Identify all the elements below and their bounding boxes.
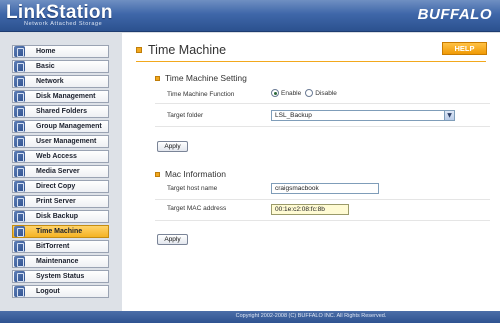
section-time-machine-setting: Time Machine Setting [155, 73, 247, 83]
target-mac-address-label: Target MAC address [167, 205, 227, 212]
direct-copy-icon [14, 181, 25, 192]
sidebar-item-maintenance[interactable]: Maintenance [12, 255, 109, 268]
sidebar-item-label: Logout [36, 288, 60, 295]
sidebar-item-label: Web Access [36, 153, 77, 160]
target-host-name-input[interactable]: craigsmacbook [271, 183, 379, 194]
apply-settings-button[interactable]: Apply [157, 141, 188, 152]
sidebar-item-label: Group Management [36, 123, 102, 130]
bittorrent-icon [14, 241, 25, 252]
section-title: Mac Information [165, 169, 226, 179]
sidebar-item-label: Direct Copy [36, 183, 76, 190]
sidebar-item-logout[interactable]: Logout [12, 285, 109, 298]
group-management-icon [14, 121, 25, 132]
sidebar-item-system-status[interactable]: System Status [12, 270, 109, 283]
target-folder-value: LSL_Backup [275, 112, 312, 119]
sidebar-item-label: Network [36, 78, 64, 85]
web-access-icon [14, 151, 25, 162]
home-icon [14, 46, 25, 57]
shared-folders-icon [14, 106, 25, 117]
sidebar-item-label: Media Server [36, 168, 80, 175]
buffalo-logo: BUFFALO [417, 6, 492, 23]
sidebar-item-network[interactable]: Network [12, 75, 109, 88]
sidebar-item-disk-management[interactable]: Disk Management [12, 90, 109, 103]
basic-icon [14, 61, 25, 72]
sidebar-item-label: System Status [36, 273, 85, 280]
sidebar-item-label: User Management [36, 138, 97, 145]
section-title: Time Machine Setting [165, 73, 247, 83]
chevron-down-icon[interactable]: ▼ [444, 111, 454, 120]
sidebar-item-label: Home [36, 48, 56, 55]
sidebar-item-time-machine[interactable]: Time Machine [12, 225, 109, 238]
sidebar-item-label: Disk Management [36, 93, 96, 100]
user-management-icon [14, 136, 25, 147]
maintenance-icon [14, 256, 25, 267]
sidebar-item-bittorrent[interactable]: BitTorrent [12, 240, 109, 253]
row-divider [155, 126, 490, 127]
sidebar-item-media-server[interactable]: Media Server [12, 165, 109, 178]
target-folder-select[interactable]: LSL_Backup ▼ [271, 110, 455, 121]
media-server-icon [14, 166, 25, 177]
enable-radio[interactable] [271, 89, 279, 97]
copyright-text: Copyright 2002-2008 (C) BUFFALO INC. All… [235, 313, 387, 319]
row-divider [155, 220, 490, 221]
section-mac-information: Mac Information [155, 169, 226, 179]
sidebar-item-web-access[interactable]: Web Access [12, 150, 109, 163]
sidebar-item-label: Maintenance [36, 258, 79, 265]
sidebar-item-label: Print Server [36, 198, 76, 205]
disable-radio-label: Disable [315, 89, 337, 97]
main-panel: Time Machine HELP Time Machine Setting T… [122, 33, 500, 311]
apply-mac-button[interactable]: Apply [157, 234, 188, 245]
sidebar-item-basic[interactable]: Basic [12, 60, 109, 73]
logout-icon [14, 286, 25, 297]
product-name: LinkStation [6, 2, 113, 23]
row-divider [155, 103, 490, 104]
network-icon [14, 76, 25, 87]
disk-management-icon [14, 91, 25, 102]
help-button[interactable]: HELP [442, 42, 487, 55]
section-bullet-icon [155, 75, 160, 81]
enable-radio-label: Enable [281, 89, 302, 97]
product-tagline: Network Attached Storage [24, 21, 103, 27]
section-bullet-icon [155, 171, 160, 177]
sidebar-item-label: Time Machine [36, 228, 83, 235]
sidebar-item-disk-backup[interactable]: Disk Backup [12, 210, 109, 223]
footer: Copyright 2002-2008 (C) BUFFALO INC. All… [0, 311, 500, 323]
title-bullet-icon [136, 47, 142, 53]
sidebar-item-label: Disk Backup [36, 213, 79, 220]
sidebar-item-label: Basic [36, 63, 55, 70]
sidebar: Home Basic Network Disk Management Share… [0, 33, 122, 311]
page-title-row: Time Machine [136, 43, 226, 57]
print-server-icon [14, 196, 25, 207]
sidebar-item-home[interactable]: Home [12, 45, 109, 58]
sidebar-item-shared-folders[interactable]: Shared Folders [12, 105, 109, 118]
system-status-icon [14, 271, 25, 282]
disk-backup-icon [14, 211, 25, 222]
linkstation-logo: LinkStation Network Attached Storage [6, 2, 113, 27]
sidebar-item-print-server[interactable]: Print Server [12, 195, 109, 208]
sidebar-item-label: Shared Folders [36, 108, 87, 115]
sidebar-item-direct-copy[interactable]: Direct Copy [12, 180, 109, 193]
title-underline [136, 61, 486, 62]
time-machine-icon [14, 226, 25, 237]
sidebar-item-label: BitTorrent [36, 243, 70, 250]
sidebar-item-group-management[interactable]: Group Management [12, 120, 109, 133]
row-divider [155, 199, 490, 200]
disable-radio[interactable] [305, 89, 314, 97]
page-title: Time Machine [148, 43, 227, 57]
target-folder-label: Target folder [167, 112, 204, 119]
time-machine-function-label: Time Machine Function [167, 91, 235, 98]
target-mac-address-input[interactable]: 00:1e:c2:08:fc:8b [271, 204, 349, 215]
sidebar-item-user-management[interactable]: User Management [12, 135, 109, 148]
target-host-name-label: Target host name [167, 185, 218, 192]
app-header: LinkStation Network Attached Storage BUF… [0, 0, 500, 32]
time-machine-function-radios: Enable Disable [271, 89, 341, 97]
